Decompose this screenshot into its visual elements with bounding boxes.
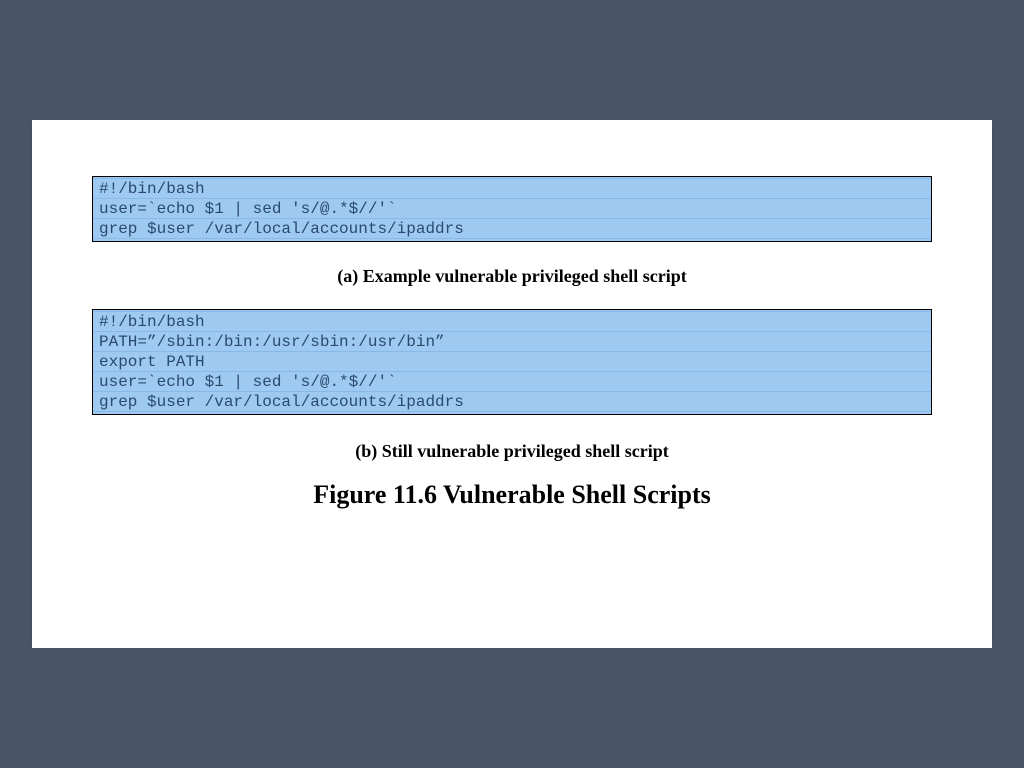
caption-b: (b) Still vulnerable privileged shell sc… [92, 441, 932, 462]
code-block-a: #!/bin/bash user=`echo $1 | sed 's/@.*$/… [92, 176, 932, 242]
code-block-b: #!/bin/bash PATH=”/sbin:/bin:/usr/sbin:/… [92, 309, 932, 415]
figure-title: Figure 11.6 Vulnerable Shell Scripts [92, 480, 932, 510]
caption-a: (a) Example vulnerable privileged shell … [92, 266, 932, 287]
slide: #!/bin/bash user=`echo $1 | sed 's/@.*$/… [32, 120, 992, 648]
